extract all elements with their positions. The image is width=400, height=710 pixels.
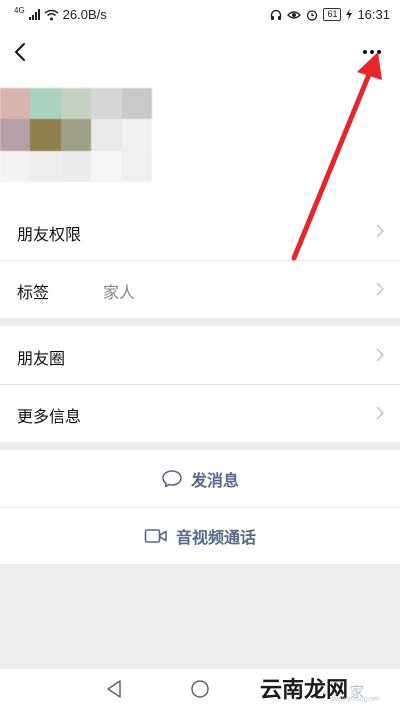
chevron-right-icon — [376, 348, 384, 362]
avatar-tile — [30, 88, 61, 120]
avatar-tile — [121, 88, 152, 120]
settings-group-2: 朋友圈 更多信息 — [0, 326, 400, 442]
tag-value: 家人 — [103, 285, 136, 302]
row-label: 朋友权限 — [17, 227, 82, 244]
network-speed: 26.0B/s — [62, 7, 107, 22]
chevron-right-icon — [376, 406, 384, 420]
avatar-tile — [30, 150, 61, 182]
avatar-tile — [91, 150, 122, 182]
settings-group-1: 朋友权限 标签 家人 — [0, 202, 400, 318]
row-moments[interactable]: 朋友圈 — [0, 326, 400, 384]
chat-bubble-icon — [162, 469, 182, 487]
more-dots-icon — [363, 50, 381, 54]
row-label: 更多信息 — [17, 409, 82, 426]
avatar-tile — [30, 119, 61, 151]
row-label: 朋友圈 — [17, 351, 66, 368]
headphones-icon — [271, 9, 282, 20]
send-message-button[interactable]: 发消息 — [0, 450, 400, 507]
action-group: 发消息 音视频通话 — [0, 450, 400, 564]
avatar-tile — [0, 88, 31, 120]
row-friend-permissions[interactable]: 朋友权限 — [0, 202, 400, 260]
back-triangle-icon[interactable] — [105, 679, 123, 699]
row-tags[interactable]: 标签 家人 — [0, 260, 400, 318]
top-nav — [0, 30, 400, 80]
video-call-button[interactable]: 音视频通话 — [0, 507, 400, 564]
chevron-right-icon — [376, 224, 384, 238]
profile-header — [0, 80, 400, 202]
signal-icon — [28, 9, 40, 20]
avatar-tile — [60, 119, 92, 151]
clock: 16:31 — [357, 7, 390, 22]
chevron-right-icon — [376, 282, 384, 296]
eye-icon — [287, 10, 302, 19]
back-button[interactable] — [10, 40, 34, 66]
video-call-label: 音视频通话 — [175, 529, 256, 547]
avatar-tile — [121, 119, 152, 151]
status-bar: 4G 26.0B/s 61 16:31 — [0, 0, 400, 30]
avatar[interactable] — [0, 88, 152, 182]
avatar-tile — [0, 150, 31, 182]
alarm-icon — [307, 9, 318, 21]
home-circle-icon[interactable] — [190, 679, 210, 699]
avatar-tile — [0, 119, 31, 151]
avatar-tile — [121, 150, 152, 182]
video-camera-icon — [144, 528, 167, 543]
network-type: 4G — [14, 6, 25, 15]
row-more-info[interactable]: 更多信息 — [0, 384, 400, 442]
avatar-tile — [60, 150, 92, 182]
watermark-url: www.ynlong.net — [330, 696, 380, 703]
avatar-tile — [91, 119, 122, 151]
wifi-icon — [44, 9, 59, 20]
charging-icon — [346, 9, 353, 20]
row-label: 标签 — [17, 285, 50, 302]
avatar-tile — [91, 88, 122, 120]
avatar-tile — [60, 88, 92, 120]
more-button[interactable] — [358, 40, 386, 66]
chevron-left-icon — [14, 43, 25, 61]
battery-indicator: 61 — [323, 8, 342, 21]
send-message-label: 发消息 — [190, 472, 239, 490]
